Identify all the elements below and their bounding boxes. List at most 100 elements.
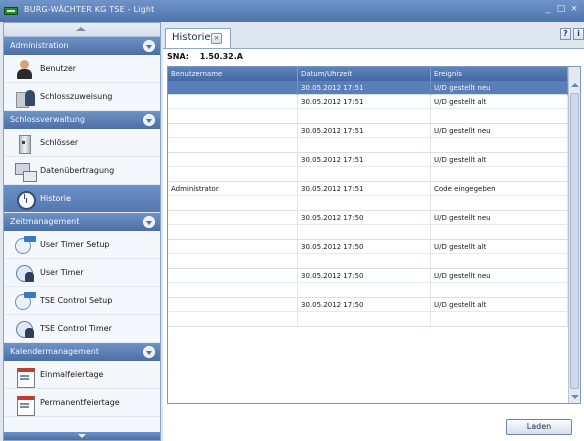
sidebar-group-title: Kalendermanagement xyxy=(10,347,99,356)
scroll-down-icon[interactable] xyxy=(571,395,579,399)
column-header-benutzername[interactable]: Benutzername xyxy=(168,67,298,81)
tab-historie[interactable]: Historie × xyxy=(165,28,231,48)
collapse-icon[interactable] xyxy=(143,216,155,228)
row-divider xyxy=(168,282,568,283)
app-logo-icon xyxy=(4,7,18,15)
calendar-icon xyxy=(14,364,36,388)
sidebar-item-label: Benutzer xyxy=(40,64,77,73)
row-divider xyxy=(168,311,568,312)
info-button[interactable]: i xyxy=(573,28,584,40)
table-row[interactable]: 30.05.2012 17:50 U/D gestellt neu xyxy=(168,211,568,240)
collapse-icon[interactable] xyxy=(143,40,155,52)
scroll-up-icon[interactable] xyxy=(571,83,579,87)
scroll-thumb[interactable] xyxy=(570,93,579,389)
minimize-button[interactable]: _ xyxy=(542,3,554,15)
cell-benutzername xyxy=(168,298,298,326)
cell-ereignis: U/D gestellt alt xyxy=(431,240,568,268)
history-icon xyxy=(14,188,36,210)
column-header-ereignis[interactable]: Ereignis xyxy=(431,67,568,81)
table-row[interactable]: 30.05.2012 17:50 U/D gestellt alt xyxy=(168,240,568,269)
load-button[interactable]: Laden xyxy=(506,419,572,435)
table-row[interactable]: 30.05.2012 17:51 U/D gestellt neu xyxy=(168,124,568,153)
sidebar-group-title: Schlossverwaltung xyxy=(10,115,85,124)
table-row[interactable]: 30.05.2012 17:51 U/D gestellt neu xyxy=(168,81,568,95)
sidebar-item-tse-control-timer[interactable]: TSE Control Timer xyxy=(4,315,160,343)
table-row[interactable]: 30.05.2012 17:51 U/D gestellt alt xyxy=(168,95,568,124)
main-panel: Historie × ? i SNA: 1.50.32.A Benutzerna… xyxy=(163,22,584,441)
sidebar-scroll-up-button[interactable] xyxy=(4,23,160,37)
sidebar: Administration Benutzer Schlosszuweisung… xyxy=(3,22,161,441)
data-transfer-icon xyxy=(14,160,37,182)
cell-ereignis: U/D gestellt alt xyxy=(431,95,568,123)
cell-datum-uhrzeit: 30.05.2012 17:51 xyxy=(298,153,431,181)
table-scrollbar[interactable] xyxy=(568,67,580,403)
tab-label: Historie xyxy=(172,32,211,43)
lock-assignment-icon xyxy=(14,86,36,108)
sidebar-item-schlosszuweisung[interactable]: Schlosszuweisung xyxy=(4,83,160,111)
control-setup-icon xyxy=(14,290,36,312)
cell-datum-uhrzeit: 30.05.2012 17:51 xyxy=(298,182,431,210)
sidebar-item-user-timer-setup[interactable]: User Timer Setup xyxy=(4,231,160,259)
sidebar-item-label: TSE Control Setup xyxy=(40,296,113,305)
table-row[interactable]: 30.05.2012 17:50 U/D gestellt alt xyxy=(168,298,568,327)
sidebar-item-label: Historie xyxy=(40,194,71,203)
collapse-icon[interactable] xyxy=(143,346,155,358)
sidebar-item-benutzer[interactable]: Benutzer xyxy=(4,55,160,83)
cell-ereignis: U/D gestellt alt xyxy=(431,298,568,326)
help-button[interactable]: ? xyxy=(560,28,571,40)
sna-value: 1.50.32.A xyxy=(199,52,243,61)
cell-benutzername xyxy=(168,81,298,95)
table-row[interactable]: Administrator 30.05.2012 17:51 Code eingeg… xyxy=(168,182,568,211)
cell-datum-uhrzeit: 30.05.2012 17:50 xyxy=(298,298,431,326)
sidebar-item-datenuebertragung[interactable]: Datenübertragung xyxy=(4,157,160,185)
cell-datum-uhrzeit: 30.05.2012 17:50 xyxy=(298,269,431,297)
column-header-datum-uhrzeit[interactable]: Datum/Uhrzeit xyxy=(298,67,431,81)
history-table: Benutzername Datum/Uhrzeit Ereignis 30.0… xyxy=(167,66,581,404)
tab-bar: Historie × ? i xyxy=(163,22,584,48)
row-divider xyxy=(168,108,568,109)
close-tab-icon[interactable]: × xyxy=(211,33,222,44)
cell-datum-uhrzeit: 30.05.2012 17:51 xyxy=(298,124,431,152)
sidebar-item-label: TSE Control Timer xyxy=(40,324,112,333)
window-controls: _ □ × xyxy=(542,3,580,15)
close-window-button[interactable]: × xyxy=(568,3,580,15)
sidebar-group-administration[interactable]: Administration xyxy=(4,37,160,55)
sidebar-item-tse-control-setup[interactable]: TSE Control Setup xyxy=(4,287,160,315)
lock-icon xyxy=(14,132,36,154)
sna-label: SNA: xyxy=(167,52,189,61)
cell-ereignis: U/D gestellt neu xyxy=(431,211,568,239)
sidebar-item-label: User Timer Setup xyxy=(40,240,110,249)
collapse-icon[interactable] xyxy=(143,114,155,126)
sidebar-item-historie[interactable]: Historie xyxy=(4,185,160,213)
row-divider xyxy=(168,224,568,225)
sidebar-group-schlossverwaltung[interactable]: Schlossverwaltung xyxy=(4,111,160,129)
sidebar-group-title: Zeitmanagement xyxy=(10,217,80,226)
row-divider xyxy=(168,137,568,138)
sidebar-item-schloesser[interactable]: Schlösser xyxy=(4,129,160,157)
row-divider xyxy=(168,253,568,254)
sidebar-group-kalendermanagement[interactable]: Kalendermanagement xyxy=(4,343,160,361)
table-row[interactable]: 30.05.2012 17:51 U/D gestellt alt xyxy=(168,153,568,182)
sidebar-scroll-down-button[interactable] xyxy=(4,432,160,440)
cell-benutzername xyxy=(168,153,298,181)
cell-ereignis: U/D gestellt neu xyxy=(431,269,568,297)
window-title: BURG-WÄCHTER KG TSE - Light xyxy=(24,5,155,14)
user-icon xyxy=(14,58,36,80)
table-row[interactable]: 30.05.2012 17:50 U/D gestellt neu xyxy=(168,269,568,298)
sidebar-item-permanentfeiertage[interactable]: Permanentfeiertage xyxy=(4,389,160,417)
maximize-button[interactable]: □ xyxy=(555,3,567,15)
sidebar-item-label: Schlösser xyxy=(40,138,79,147)
sidebar-item-label: User Timer xyxy=(40,268,84,277)
cell-datum-uhrzeit: 30.05.2012 17:51 xyxy=(298,81,431,95)
sidebar-item-label: Schlosszuweisung xyxy=(40,92,113,101)
sidebar-item-user-timer[interactable]: User Timer xyxy=(4,259,160,287)
sidebar-group-zeitmanagement[interactable]: Zeitmanagement xyxy=(4,213,160,231)
cell-datum-uhrzeit: 30.05.2012 17:51 xyxy=(298,95,431,123)
history-content: SNA: 1.50.32.A Benutzername Datum/Uhrzei… xyxy=(163,48,584,441)
cell-benutzername xyxy=(168,95,298,123)
cell-datum-uhrzeit: 30.05.2012 17:50 xyxy=(298,211,431,239)
table-body: 30.05.2012 17:51 U/D gestellt neu 30.05.20… xyxy=(168,81,568,327)
cell-ereignis: U/D gestellt alt xyxy=(431,153,568,181)
control-timer-icon xyxy=(14,318,36,340)
sidebar-item-einmalfeiertage[interactable]: Einmalfeiertage xyxy=(4,361,160,389)
